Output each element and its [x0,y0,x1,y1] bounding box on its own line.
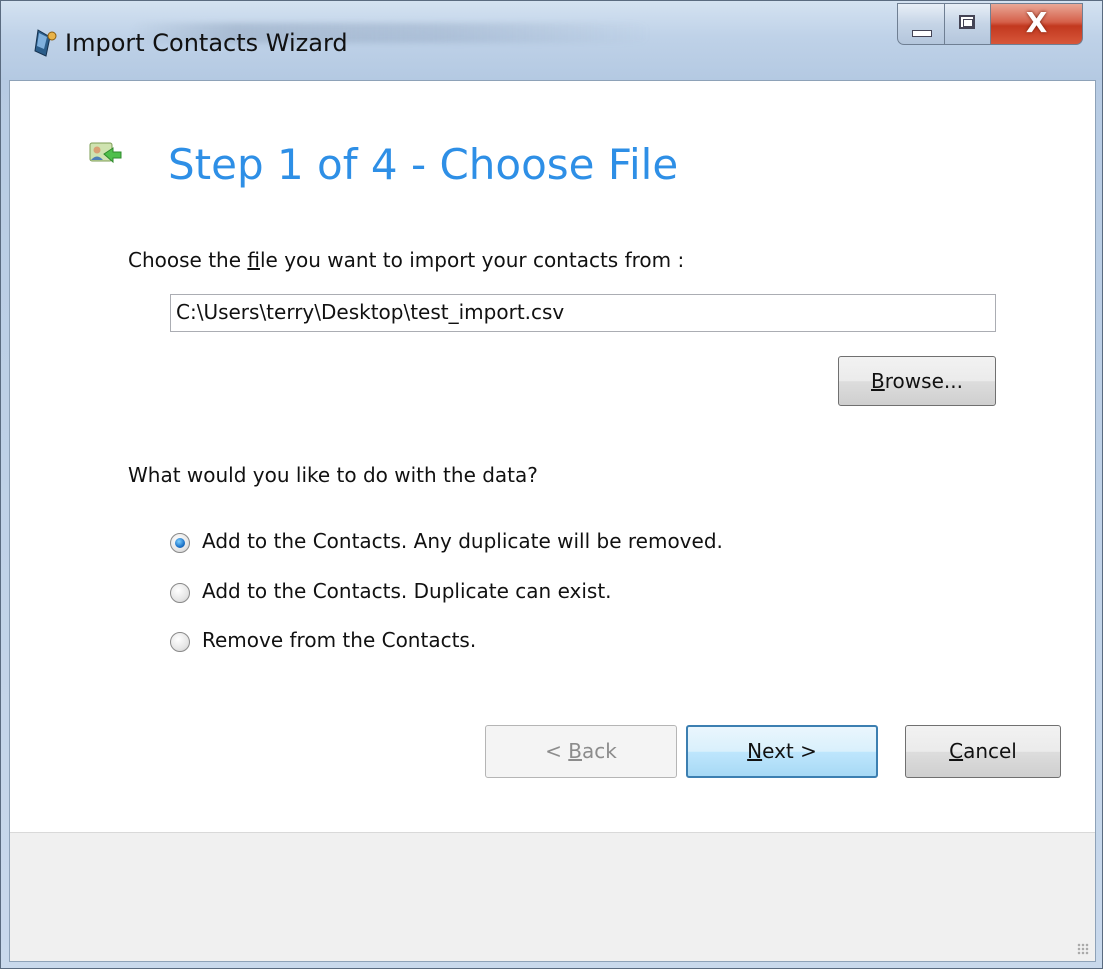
data-action-question: What would you like to do with the data? [128,463,538,487]
browse-mnemonic: B [871,369,885,393]
window-title: Import Contacts Wizard [65,29,348,57]
next-mnemonic: N [747,739,763,763]
option-remove-duplicates-label: Add to the Contacts. Any duplicate will … [202,529,723,553]
phone-app-icon [34,29,57,57]
close-icon: X [1025,6,1048,39]
contacts-import-icon [89,142,122,164]
browse-label: rowse... [884,369,963,393]
radio-remove-from-contacts[interactable] [170,632,190,652]
radio-remove-duplicates[interactable] [170,533,190,553]
option-allow-duplicates-label: Add to the Contacts. Duplicate can exist… [202,579,612,603]
back-label: ack [582,739,617,763]
cancel-button[interactable]: Cancel [905,725,1061,778]
wizard-content: Step 1 of 4 - Choose File Choose the fil… [9,80,1096,962]
cancel-label: ancel [963,739,1017,763]
minimize-button[interactable] [897,3,945,45]
close-button[interactable]: X [991,3,1083,45]
next-label: ext > [762,739,817,763]
resize-grip-icon[interactable] [1077,943,1089,955]
file-prompt-pre: Choose the [128,248,248,272]
back-button[interactable]: < Back [485,725,677,778]
browse-button[interactable]: Browse... [838,356,996,406]
option-remove-from-contacts-label: Remove from the Contacts. [202,628,477,652]
button-bar [10,832,1095,961]
maximize-icon [959,15,975,29]
file-prompt-mnemonic: f [247,248,260,272]
back-mnemonic: B [568,739,582,763]
next-button[interactable]: Next > [686,725,878,778]
cancel-mnemonic: C [949,739,964,763]
maximize-button[interactable] [945,3,991,45]
step-title: Step 1 of 4 - Choose File [168,140,679,189]
file-prompt-post: ile you want to import your contacts fro… [259,248,685,272]
radio-allow-duplicates[interactable] [170,583,190,603]
title-bar[interactable]: Import Contacts Wizard X [1,1,1102,80]
file-prompt-label: Choose the file you want to import your … [128,248,684,272]
minimize-icon [912,30,932,37]
file-path-input[interactable]: C:\Users\terry\Desktop\test_import.csv [170,294,996,332]
back-prefix: < [545,739,569,763]
wizard-window: Import Contacts Wizard X Step 1 of 4 - C… [0,0,1103,969]
